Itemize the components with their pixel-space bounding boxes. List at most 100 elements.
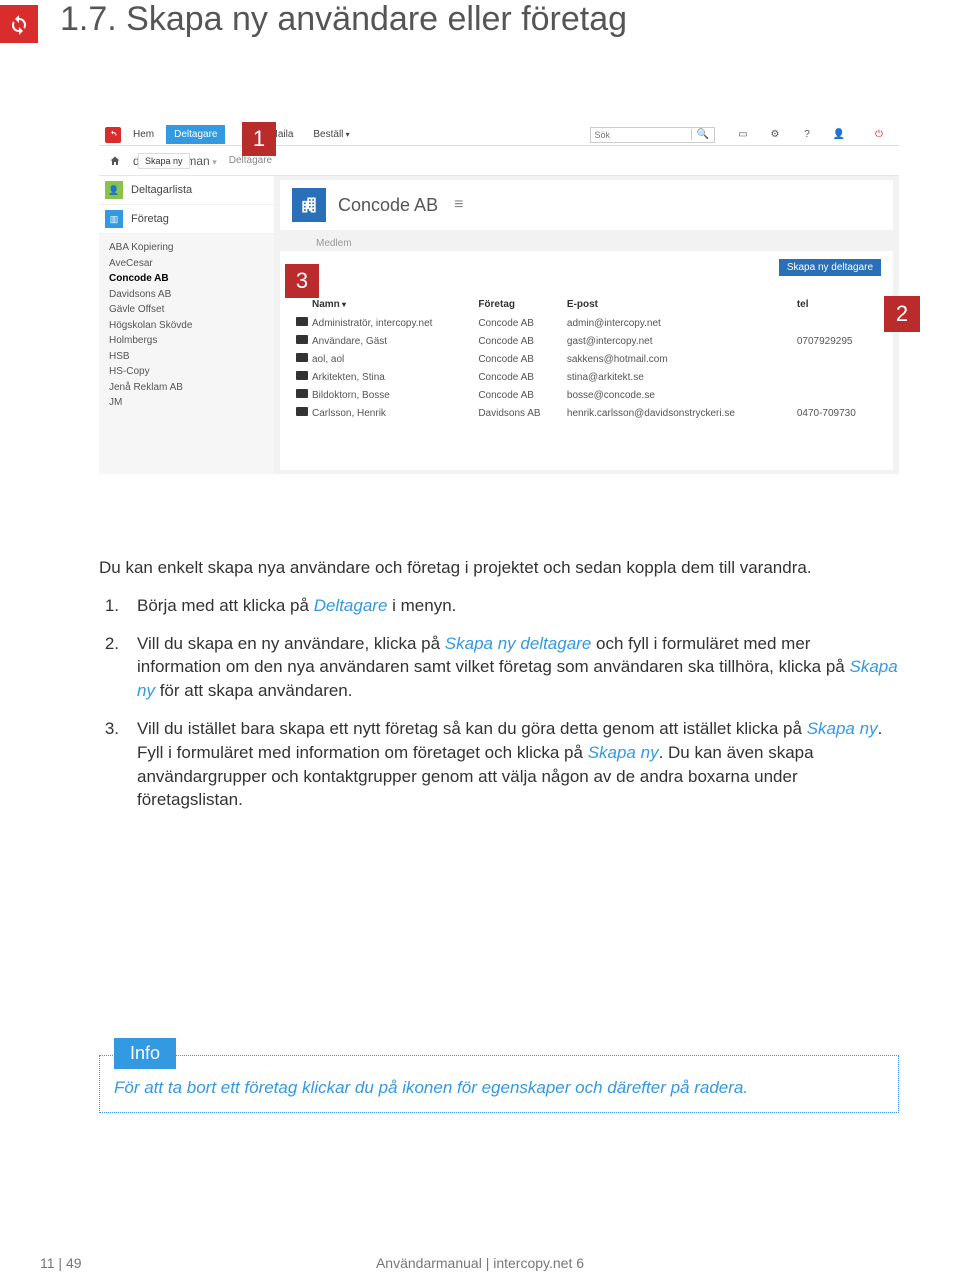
intro-paragraph: Du kan enkelt skapa nya användare och fö… (99, 556, 899, 580)
cell-epost: henrik.carlsson@davidsonstryckeri.se (565, 404, 795, 422)
cell-namn: Arkitekten, Stina (310, 368, 476, 386)
card-icon (296, 317, 308, 326)
members-table: Namn Företag E-post tel Administratör, i… (294, 295, 879, 422)
card-icon (296, 389, 308, 398)
table-row[interactable]: Arkitekten, StinaConcode ABstina@arkitek… (294, 368, 879, 386)
main-content: Concode AB ≡ Medlem Skapa ny deltagare N… (274, 176, 899, 474)
nav-deltagare[interactable]: Deltagare (166, 125, 225, 144)
company-item[interactable]: AveCesar (109, 256, 264, 272)
nav-bestall[interactable]: Beställ (305, 125, 357, 144)
card-icon (296, 335, 308, 344)
cell-tel: 0707929295 (795, 332, 879, 350)
table-row[interactable]: Bildoktorn, BosseConcode ABbosse@concode… (294, 386, 879, 404)
refresh-icon (7, 12, 31, 36)
sidebar-label: Företag (131, 213, 169, 225)
medlem-label: Medlem (316, 238, 893, 249)
nav-hem[interactable]: Hem (125, 125, 162, 144)
brand-tab (0, 5, 38, 43)
company-item[interactable]: HS-Copy (109, 364, 264, 380)
search-icon[interactable]: 🔍 (691, 129, 714, 140)
cell-tel (795, 350, 879, 368)
sidebar-item-foretag[interactable]: ▥ Företag (99, 205, 274, 234)
card-icon (296, 371, 308, 380)
app-topbar: Hem Deltagare Maila Beställ 🔍 ▭ ⚙ ? 👤 ⏻ (99, 124, 899, 146)
app-logo (105, 127, 121, 143)
refresh-icon (107, 129, 119, 141)
search-box: 🔍 (590, 127, 715, 143)
cell-namn: Administratör, intercopy.net (310, 314, 476, 332)
cell-tel (795, 386, 879, 404)
step-3: 3. Vill du istället bara skapa ett nytt … (99, 717, 899, 812)
cell-foretag: Concode AB (476, 332, 565, 350)
cell-epost: admin@intercopy.net (565, 314, 795, 332)
company-item[interactable]: HSB (109, 349, 264, 365)
cell-foretag: Concode AB (476, 350, 565, 368)
callout-2: 2 (884, 296, 920, 332)
info-tab: Info (114, 1038, 176, 1069)
col-epost[interactable]: E-post (565, 295, 795, 314)
info-text: För att ta bort ett företag klickar du p… (114, 1078, 884, 1098)
cell-foretag: Davidsons AB (476, 404, 565, 422)
help-icon[interactable]: ? (799, 129, 815, 140)
left-nav: 👤 Deltagarlista ▥ Företag ABA Kopiering … (99, 176, 274, 474)
building-tile-icon: ▥ (105, 210, 123, 228)
company-title: Concode AB (338, 195, 438, 216)
members-panel: Skapa ny deltagare Namn Företag E-post t… (280, 251, 893, 470)
company-menu-icon[interactable]: ≡ (454, 196, 463, 214)
company-icon-box (292, 188, 326, 222)
company-item[interactable]: Jenå Reklam AB (109, 380, 264, 396)
card-icon (296, 407, 308, 416)
chat-icon[interactable]: ▭ (735, 129, 751, 140)
skapa-ny-chip[interactable]: Skapa ny (138, 153, 190, 169)
sidebar-item-deltagarlista[interactable]: 👤 Deltagarlista (99, 176, 274, 205)
company-item-selected[interactable]: Concode AB (109, 271, 264, 287)
cell-tel (795, 368, 879, 386)
table-row[interactable]: aol, aolConcode ABsakkens@hotmail.com (294, 350, 879, 368)
cell-namn: Användare, Gäst (310, 332, 476, 350)
table-row[interactable]: Användare, GästConcode ABgast@intercopy.… (294, 332, 879, 350)
step-2: 2. Vill du skapa en ny användare, klicka… (99, 632, 899, 703)
page-number: 11 | 49 (40, 1255, 82, 1271)
cell-namn: aol, aol (310, 350, 476, 368)
company-list: ABA Kopiering AveCesar Concode AB Davids… (99, 234, 274, 417)
page-footer: 11 | 49 Användarmanual | intercopy.net 6 (0, 1255, 960, 1271)
page-heading: 1.7. Skapa ny användare eller företag (60, 0, 627, 39)
col-foretag[interactable]: Företag (476, 295, 565, 314)
breadcrumb-bar: demo femman Deltagare (99, 146, 899, 176)
building-icon (299, 195, 319, 215)
power-icon[interactable]: ⏻ (871, 129, 887, 140)
company-item[interactable]: ABA Kopiering (109, 240, 264, 256)
step-1: 1. Börja med att klicka på Deltagare i m… (99, 594, 899, 618)
cell-foretag: Concode AB (476, 386, 565, 404)
cell-foretag: Concode AB (476, 368, 565, 386)
col-tel[interactable]: tel (795, 295, 879, 314)
cell-epost: stina@arkitekt.se (565, 368, 795, 386)
cell-tel (795, 314, 879, 332)
cell-tel: 0470-709730 (795, 404, 879, 422)
user-icon[interactable]: 👤 (831, 129, 847, 140)
table-row[interactable]: Administratör, intercopy.netConcode ABad… (294, 314, 879, 332)
cell-epost: sakkens@hotmail.com (565, 350, 795, 368)
body-text: Du kan enkelt skapa nya användare och fö… (99, 556, 899, 826)
home-icon[interactable] (109, 155, 121, 167)
col-namn[interactable]: Namn (310, 295, 476, 314)
cell-namn: Bildoktorn, Bosse (310, 386, 476, 404)
skapa-ny-deltagare-button[interactable]: Skapa ny deltagare (779, 259, 881, 276)
company-item[interactable]: Davidsons AB (109, 287, 264, 303)
table-row[interactable]: Carlsson, HenrikDavidsons ABhenrik.carls… (294, 404, 879, 422)
callout-1: 1 (242, 122, 276, 156)
company-item[interactable]: Gävle Offset (109, 302, 264, 318)
cell-epost: gast@intercopy.net (565, 332, 795, 350)
app-screenshot: Hem Deltagare Maila Beställ 🔍 ▭ ⚙ ? 👤 ⏻ … (99, 124, 899, 474)
company-item[interactable]: Holmbergs (109, 333, 264, 349)
footer-center: Användarmanual | intercopy.net 6 (0, 1255, 960, 1271)
cell-epost: bosse@concode.se (565, 386, 795, 404)
search-input[interactable] (591, 128, 691, 142)
info-box: Info För att ta bort ett företag klickar… (99, 1055, 899, 1113)
settings-icon[interactable]: ⚙ (767, 129, 783, 140)
company-item[interactable]: JM (109, 395, 264, 411)
breadcrumb-sub: Deltagare (229, 155, 272, 166)
company-header: Concode AB ≡ (280, 180, 893, 230)
card-icon (296, 353, 308, 362)
company-item[interactable]: Högskolan Skövde (109, 318, 264, 334)
